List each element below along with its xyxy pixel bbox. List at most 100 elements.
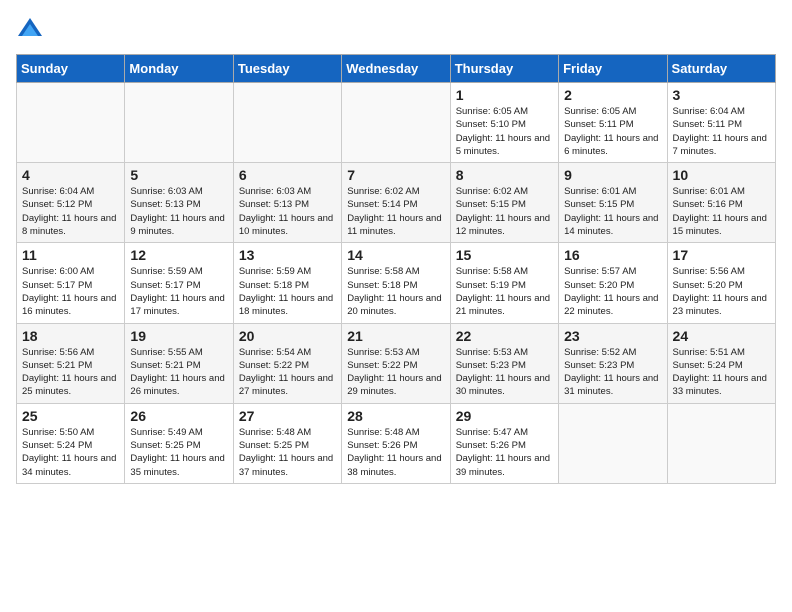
calendar-header-friday: Friday [559, 55, 667, 83]
day-info: Sunrise: 5:53 AM Sunset: 5:23 PM Dayligh… [456, 346, 553, 399]
day-number: 13 [239, 247, 336, 263]
calendar-cell: 19 Sunrise: 5:55 AM Sunset: 5:21 PM Dayli… [125, 323, 233, 403]
day-info: Sunrise: 6:03 AM Sunset: 5:13 PM Dayligh… [239, 185, 336, 238]
calendar-cell: 20 Sunrise: 5:54 AM Sunset: 5:22 PM Dayli… [233, 323, 341, 403]
day-number: 18 [22, 328, 119, 344]
day-info: Sunrise: 5:59 AM Sunset: 5:17 PM Dayligh… [130, 265, 227, 318]
calendar-cell: 21 Sunrise: 5:53 AM Sunset: 5:22 PM Dayli… [342, 323, 450, 403]
day-number: 14 [347, 247, 444, 263]
day-number: 8 [456, 167, 553, 183]
day-number: 23 [564, 328, 661, 344]
day-info: Sunrise: 5:53 AM Sunset: 5:22 PM Dayligh… [347, 346, 444, 399]
day-info: Sunrise: 5:52 AM Sunset: 5:23 PM Dayligh… [564, 346, 661, 399]
day-info: Sunrise: 5:48 AM Sunset: 5:26 PM Dayligh… [347, 426, 444, 479]
day-number: 12 [130, 247, 227, 263]
calendar-cell [559, 403, 667, 483]
calendar-cell: 18 Sunrise: 5:56 AM Sunset: 5:21 PM Dayli… [17, 323, 125, 403]
day-info: Sunrise: 5:51 AM Sunset: 5:24 PM Dayligh… [673, 346, 770, 399]
calendar-cell: 16 Sunrise: 5:57 AM Sunset: 5:20 PM Dayli… [559, 243, 667, 323]
day-number: 1 [456, 87, 553, 103]
day-info: Sunrise: 5:49 AM Sunset: 5:25 PM Dayligh… [130, 426, 227, 479]
calendar-week-3: 11 Sunrise: 6:00 AM Sunset: 5:17 PM Dayli… [17, 243, 776, 323]
calendar-cell: 14 Sunrise: 5:58 AM Sunset: 5:18 PM Dayli… [342, 243, 450, 323]
day-number: 2 [564, 87, 661, 103]
logo [16, 16, 48, 44]
calendar-cell: 6 Sunrise: 6:03 AM Sunset: 5:13 PM Daylig… [233, 163, 341, 243]
day-number: 17 [673, 247, 770, 263]
calendar-cell: 29 Sunrise: 5:47 AM Sunset: 5:26 PM Dayli… [450, 403, 558, 483]
day-info: Sunrise: 5:58 AM Sunset: 5:19 PM Dayligh… [456, 265, 553, 318]
day-number: 3 [673, 87, 770, 103]
day-info: Sunrise: 5:47 AM Sunset: 5:26 PM Dayligh… [456, 426, 553, 479]
calendar-cell: 5Sunrise: 6:03 AM Sunset: 5:13 PM Daylig… [125, 163, 233, 243]
calendar-header-row: SundayMondayTuesdayWednesdayThursdayFrid… [17, 55, 776, 83]
calendar-cell [17, 83, 125, 163]
calendar-cell [667, 403, 775, 483]
day-info: Sunrise: 6:00 AM Sunset: 5:17 PM Dayligh… [22, 265, 119, 318]
calendar-cell: 3 Sunrise: 6:04 AM Sunset: 5:11 PM Daylig… [667, 83, 775, 163]
calendar-cell: 8Sunrise: 6:02 AM Sunset: 5:15 PM Daylig… [450, 163, 558, 243]
day-info: Sunrise: 6:01 AM Sunset: 5:15 PM Dayligh… [564, 185, 661, 238]
calendar-header-sunday: Sunday [17, 55, 125, 83]
calendar-cell [342, 83, 450, 163]
day-info: Sunrise: 6:04 AM Sunset: 5:11 PM Dayligh… [673, 105, 770, 158]
day-info: Sunrise: 5:57 AM Sunset: 5:20 PM Dayligh… [564, 265, 661, 318]
day-info: Sunrise: 5:54 AM Sunset: 5:22 PM Dayligh… [239, 346, 336, 399]
day-number: 15 [456, 247, 553, 263]
calendar-cell: 26 Sunrise: 5:49 AM Sunset: 5:25 PM Dayli… [125, 403, 233, 483]
calendar-cell: 15 Sunrise: 5:58 AM Sunset: 5:19 PM Dayli… [450, 243, 558, 323]
day-number: 22 [456, 328, 553, 344]
calendar-week-4: 18 Sunrise: 5:56 AM Sunset: 5:21 PM Dayli… [17, 323, 776, 403]
day-number: 7 [347, 167, 444, 183]
calendar-cell: 24 Sunrise: 5:51 AM Sunset: 5:24 PM Dayli… [667, 323, 775, 403]
calendar-cell [125, 83, 233, 163]
calendar-week-1: 1Sunrise: 6:05 AM Sunset: 5:10 PM Daylig… [17, 83, 776, 163]
calendar-cell: 28 Sunrise: 5:48 AM Sunset: 5:26 PM Dayli… [342, 403, 450, 483]
calendar-cell: 9 Sunrise: 6:01 AM Sunset: 5:15 PM Daylig… [559, 163, 667, 243]
calendar-cell: 13Sunrise: 5:59 AM Sunset: 5:18 PM Dayli… [233, 243, 341, 323]
logo-icon [16, 16, 44, 44]
day-info: Sunrise: 6:01 AM Sunset: 5:16 PM Dayligh… [673, 185, 770, 238]
day-info: Sunrise: 5:56 AM Sunset: 5:20 PM Dayligh… [673, 265, 770, 318]
calendar-cell: 4 Sunrise: 6:04 AM Sunset: 5:12 PM Daylig… [17, 163, 125, 243]
day-number: 19 [130, 328, 227, 344]
day-number: 29 [456, 408, 553, 424]
day-number: 4 [22, 167, 119, 183]
day-info: Sunrise: 6:04 AM Sunset: 5:12 PM Dayligh… [22, 185, 119, 238]
day-number: 25 [22, 408, 119, 424]
calendar-cell: 22 Sunrise: 5:53 AM Sunset: 5:23 PM Dayli… [450, 323, 558, 403]
calendar-cell: 10 Sunrise: 6:01 AM Sunset: 5:16 PM Dayli… [667, 163, 775, 243]
calendar-cell: 1Sunrise: 6:05 AM Sunset: 5:10 PM Daylig… [450, 83, 558, 163]
day-number: 11 [22, 247, 119, 263]
calendar-week-5: 25Sunrise: 5:50 AM Sunset: 5:24 PM Dayli… [17, 403, 776, 483]
day-info: Sunrise: 5:58 AM Sunset: 5:18 PM Dayligh… [347, 265, 444, 318]
calendar-header-wednesday: Wednesday [342, 55, 450, 83]
day-number: 26 [130, 408, 227, 424]
calendar-header-thursday: Thursday [450, 55, 558, 83]
calendar-header-tuesday: Tuesday [233, 55, 341, 83]
calendar-table: SundayMondayTuesdayWednesdayThursdayFrid… [16, 54, 776, 484]
calendar-cell: 25Sunrise: 5:50 AM Sunset: 5:24 PM Dayli… [17, 403, 125, 483]
page-header [16, 16, 776, 44]
calendar-cell: 11 Sunrise: 6:00 AM Sunset: 5:17 PM Dayli… [17, 243, 125, 323]
calendar-cell: 2Sunrise: 6:05 AM Sunset: 5:11 PM Daylig… [559, 83, 667, 163]
day-number: 10 [673, 167, 770, 183]
day-number: 24 [673, 328, 770, 344]
day-number: 20 [239, 328, 336, 344]
day-info: Sunrise: 5:56 AM Sunset: 5:21 PM Dayligh… [22, 346, 119, 399]
calendar-cell: 12 Sunrise: 5:59 AM Sunset: 5:17 PM Dayli… [125, 243, 233, 323]
calendar-cell: 17 Sunrise: 5:56 AM Sunset: 5:20 PM Dayli… [667, 243, 775, 323]
calendar-cell: 7Sunrise: 6:02 AM Sunset: 5:14 PM Daylig… [342, 163, 450, 243]
calendar-cell: 27 Sunrise: 5:48 AM Sunset: 5:25 PM Dayli… [233, 403, 341, 483]
calendar-week-2: 4 Sunrise: 6:04 AM Sunset: 5:12 PM Daylig… [17, 163, 776, 243]
day-info: Sunrise: 6:03 AM Sunset: 5:13 PM Dayligh… [130, 185, 227, 238]
calendar-header-monday: Monday [125, 55, 233, 83]
day-info: Sunrise: 5:55 AM Sunset: 5:21 PM Dayligh… [130, 346, 227, 399]
day-number: 6 [239, 167, 336, 183]
day-number: 16 [564, 247, 661, 263]
day-info: Sunrise: 5:48 AM Sunset: 5:25 PM Dayligh… [239, 426, 336, 479]
day-number: 9 [564, 167, 661, 183]
day-number: 28 [347, 408, 444, 424]
day-number: 27 [239, 408, 336, 424]
day-number: 21 [347, 328, 444, 344]
